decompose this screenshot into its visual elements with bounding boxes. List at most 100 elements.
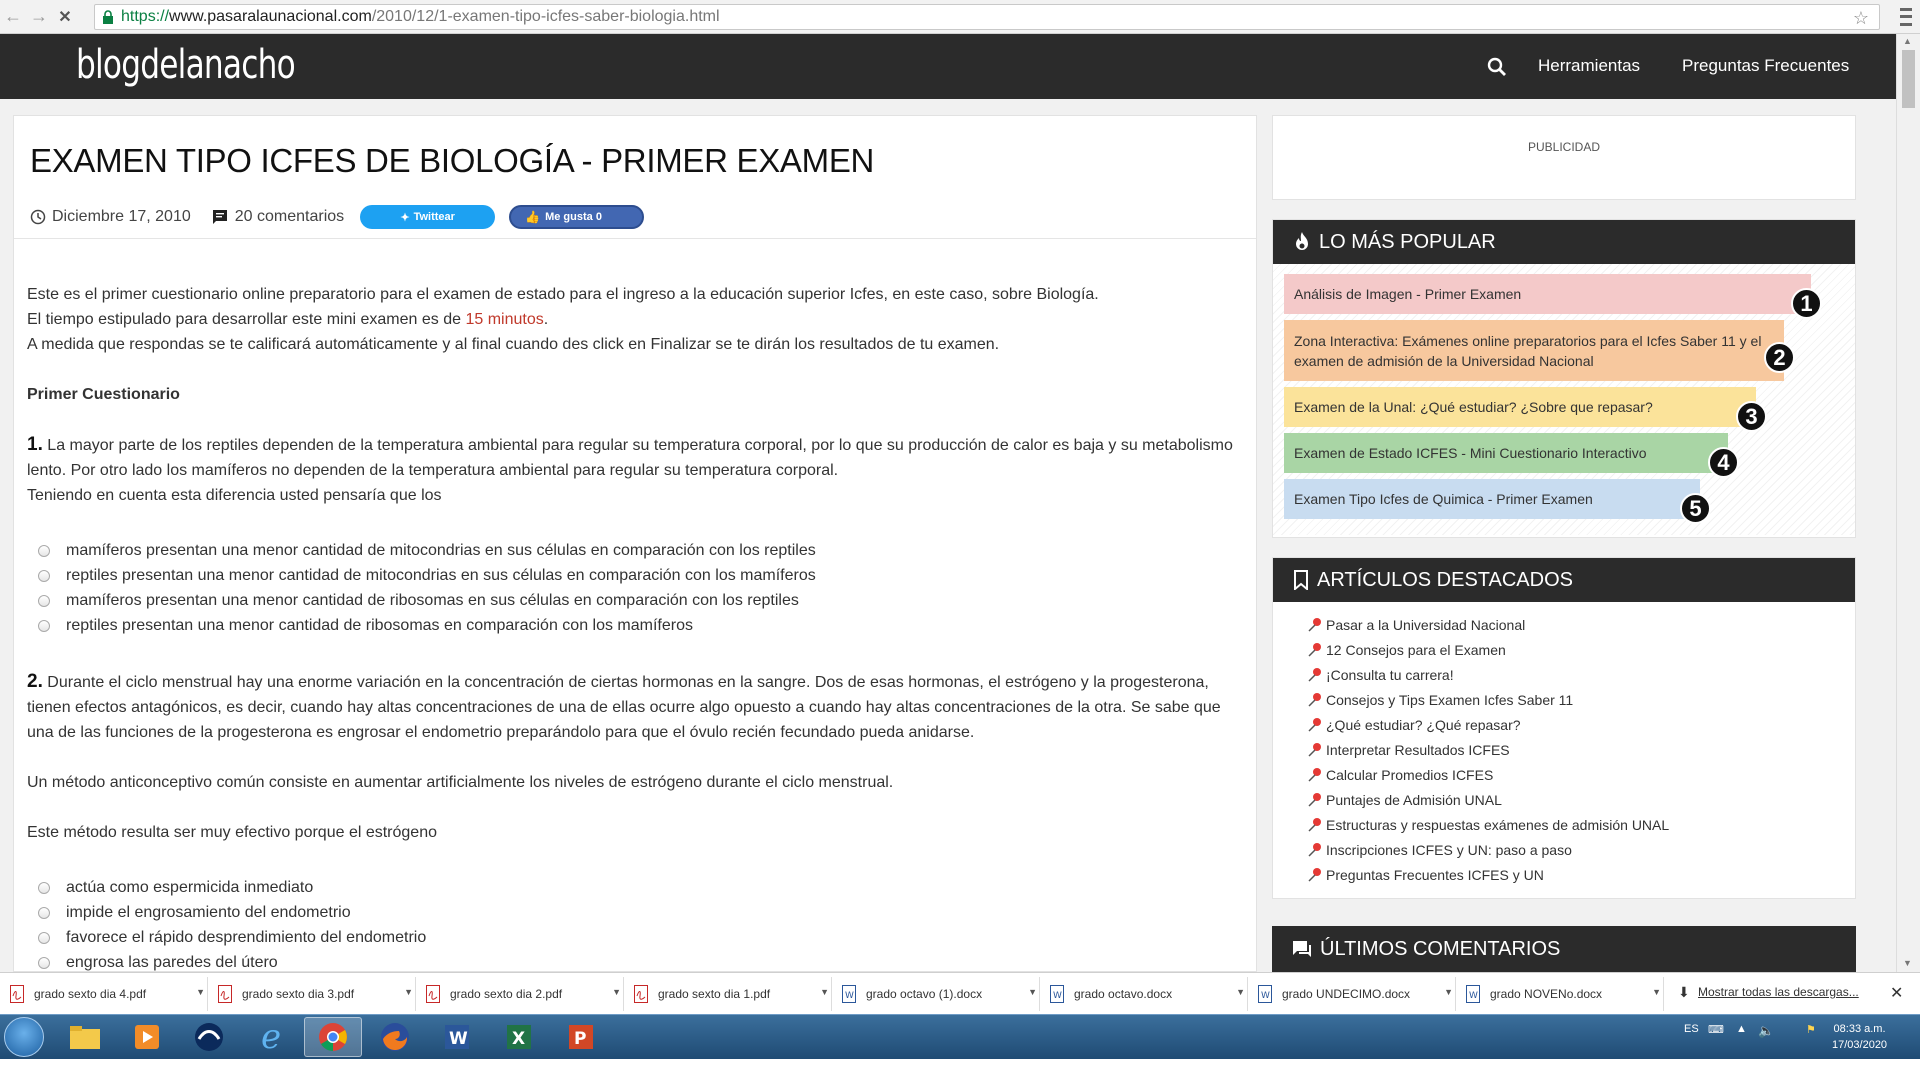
download-item[interactable]: Wgrado octavo (1).docx ▼: [832, 976, 1040, 1011]
chevron-down-icon[interactable]: ▼: [612, 987, 621, 997]
scroll-up-arrow-icon[interactable]: ▲: [1903, 36, 1912, 46]
featured-item-label: Pasar a la Universidad Nacional: [1326, 616, 1526, 633]
chevron-down-icon[interactable]: ▼: [404, 987, 413, 997]
chevron-down-icon[interactable]: ▼: [1444, 987, 1453, 997]
popular-item-5[interactable]: Examen Tipo Icfes de Quimica - Primer Ex…: [1284, 479, 1711, 524]
download-item[interactable]: grado sexto dia 3.pdf ▼: [208, 976, 416, 1011]
download-item[interactable]: grado sexto dia 1.pdf ▼: [624, 976, 832, 1011]
forward-button[interactable]: →: [26, 4, 52, 30]
featured-item[interactable]: ¿Qué estudiar? ¿Qué repasar?: [1307, 712, 1855, 737]
show-all-downloads-link[interactable]: Mostrar todas las descargas...: [1698, 985, 1859, 999]
browser-menu-icon[interactable]: [1896, 6, 1916, 28]
radio-button[interactable]: [38, 544, 50, 557]
intro-paragraph-3: A medida que respondas se te calificará …: [27, 336, 1000, 353]
rank-badge: 1: [1791, 288, 1822, 319]
show-hidden-icons-icon[interactable]: ▲: [1736, 1023, 1747, 1035]
firefox-taskbar-icon[interactable]: [366, 1017, 424, 1057]
featured-item[interactable]: Consejos y Tips Examen Icfes Saber 11: [1307, 687, 1855, 712]
popular-item-3[interactable]: Examen de la Unal: ¿Qué estudiar? ¿Sobre…: [1284, 387, 1767, 432]
chevron-down-icon[interactable]: ▼: [196, 987, 205, 997]
radio-button[interactable]: [38, 906, 50, 919]
site-logo[interactable]: blogdelanacho: [76, 42, 296, 88]
question-2-option-b[interactable]: impide el engrosamiento del endometrio: [38, 900, 1247, 925]
featured-item[interactable]: Preguntas Frecuentes ICFES y UN: [1307, 862, 1855, 887]
back-button[interactable]: ←: [0, 4, 26, 30]
fire-icon: [1296, 232, 1308, 250]
search-icon[interactable]: [1486, 56, 1508, 78]
powerpoint-taskbar-icon[interactable]: P: [552, 1017, 610, 1057]
chevron-down-icon[interactable]: ▼: [1028, 987, 1037, 997]
tweet-button[interactable]: ✦ Twittear: [360, 205, 496, 229]
pdf-file-icon: [10, 984, 24, 1003]
question-1-option-b[interactable]: reptiles presentan una menor cantidad de…: [38, 563, 1247, 588]
featured-title: ARTÍCULOS DESTACADOS: [1317, 568, 1573, 591]
nav-preguntas-frecuentes[interactable]: Preguntas Frecuentes: [1682, 56, 1849, 76]
chrome-taskbar-icon[interactable]: [304, 1017, 362, 1057]
chevron-down-icon[interactable]: ▼: [1236, 987, 1245, 997]
pushpin-icon: [1308, 867, 1321, 882]
question-1-option-d[interactable]: reptiles presentan una menor cantidad de…: [38, 613, 1247, 638]
featured-item[interactable]: Interpretar Resultados ICFES: [1307, 737, 1855, 762]
word-taskbar-icon[interactable]: W: [428, 1017, 486, 1057]
windows-taskbar: e W X P ES ⌨ ▲ 🔈 ⚑ 08:33 a.m. 17/03/2020: [0, 1014, 1920, 1059]
network-warning-icon[interactable]: ⚑: [1806, 1023, 1816, 1036]
option-label: actúa como espermicida inmediato: [66, 879, 314, 896]
question-1-option-a[interactable]: mamíferos presentan una menor cantidad d…: [38, 538, 1247, 563]
download-item[interactable]: Wgrado NOVENo.docx ▼: [1456, 976, 1664, 1011]
start-button[interactable]: [4, 1017, 44, 1057]
radio-button[interactable]: [38, 956, 50, 969]
rank-badge: 5: [1680, 493, 1711, 524]
radio-button[interactable]: [38, 569, 50, 582]
question-2-option-c[interactable]: favorece el rápido desprendimiento del e…: [38, 925, 1247, 950]
popular-item-1[interactable]: Análisis de Imagen - Primer Examen 1: [1284, 274, 1822, 319]
chevron-down-icon[interactable]: ▼: [1652, 987, 1661, 997]
question-2-option-a[interactable]: actúa como espermicida inmediato: [38, 875, 1247, 900]
app-taskbar-icon[interactable]: [180, 1017, 238, 1057]
popular-item-4[interactable]: Examen de Estado ICFES - Mini Cuestionar…: [1284, 433, 1739, 478]
nav-herramientas[interactable]: Herramientas: [1538, 56, 1640, 76]
volume-icon[interactable]: 🔈: [1758, 1023, 1774, 1039]
language-indicator[interactable]: ES: [1684, 1023, 1699, 1035]
stop-loading-icon[interactable]: ✕: [52, 4, 78, 30]
address-bar[interactable]: https://www.pasaralaunacional.com/2010/1…: [94, 4, 1880, 30]
featured-item[interactable]: Pasar a la Universidad Nacional: [1307, 612, 1855, 637]
scroll-down-arrow-icon[interactable]: ▼: [1903, 958, 1912, 968]
close-icon[interactable]: ✕: [1890, 983, 1903, 1003]
featured-item[interactable]: Estructuras y respuestas exámenes de adm…: [1307, 812, 1855, 837]
download-item[interactable]: grado sexto dia 4.pdf ▼: [0, 976, 208, 1011]
question-1-text: 1. La mayor parte de los reptiles depend…: [27, 432, 1247, 483]
radio-button[interactable]: [38, 931, 50, 944]
scrollbar-thumb[interactable]: [1902, 50, 1915, 108]
question-1-option-c[interactable]: mamíferos presentan una menor cantidad d…: [38, 588, 1247, 613]
pushpin-icon: [1308, 792, 1321, 807]
radio-button[interactable]: [38, 881, 50, 894]
bookmark-star-icon[interactable]: ☆: [1853, 8, 1869, 29]
tweet-button-label: Twittear: [413, 211, 455, 223]
featured-item[interactable]: Inscripciones ICFES y UN: paso a paso: [1307, 837, 1855, 862]
radio-button[interactable]: [38, 619, 50, 632]
download-item[interactable]: grado sexto dia 2.pdf ▼: [416, 976, 624, 1011]
page-scrollbar[interactable]: ▲ ▼: [1896, 34, 1920, 972]
option-label: impide el engrosamiento del endometrio: [66, 904, 351, 921]
chevron-down-icon[interactable]: ▼: [820, 987, 829, 997]
download-item[interactable]: Wgrado octavo.docx ▼: [1040, 976, 1248, 1011]
internet-explorer-taskbar-icon[interactable]: e: [242, 1017, 300, 1057]
featured-item[interactable]: ¡Consulta tu carrera!: [1307, 662, 1855, 687]
keyboard-icon[interactable]: ⌨: [1708, 1023, 1724, 1036]
featured-item[interactable]: Calcular Promedios ICFES: [1307, 762, 1855, 787]
browser-toolbar: ← → ✕ https://www.pasaralaunacional.com /…: [0, 0, 1920, 34]
explorer-taskbar-icon[interactable]: [56, 1017, 114, 1057]
featured-item[interactable]: Puntajes de Admisión UNAL: [1307, 787, 1855, 812]
article-comments-count[interactable]: 20 comentarios: [235, 208, 344, 226]
intro-time-suffix: .: [543, 311, 549, 328]
question-2-option-d[interactable]: engrosa las paredes del útero: [38, 950, 1247, 971]
featured-header: ARTÍCULOS DESTACADOS: [1273, 558, 1855, 602]
featured-item[interactable]: 12 Consejos para el Examen: [1307, 637, 1855, 662]
media-player-taskbar-icon[interactable]: [118, 1017, 176, 1057]
radio-button[interactable]: [38, 594, 50, 607]
popular-item-2[interactable]: Zona Interactiva: Exámenes online prepar…: [1284, 320, 1795, 381]
excel-taskbar-icon[interactable]: X: [490, 1017, 548, 1057]
system-clock[interactable]: 08:33 a.m. 17/03/2020: [1832, 1021, 1887, 1053]
download-item[interactable]: Wgrado UNDECIMO.docx ▼: [1248, 976, 1456, 1011]
facebook-like-button[interactable]: 👍 Me gusta 0: [509, 205, 645, 229]
